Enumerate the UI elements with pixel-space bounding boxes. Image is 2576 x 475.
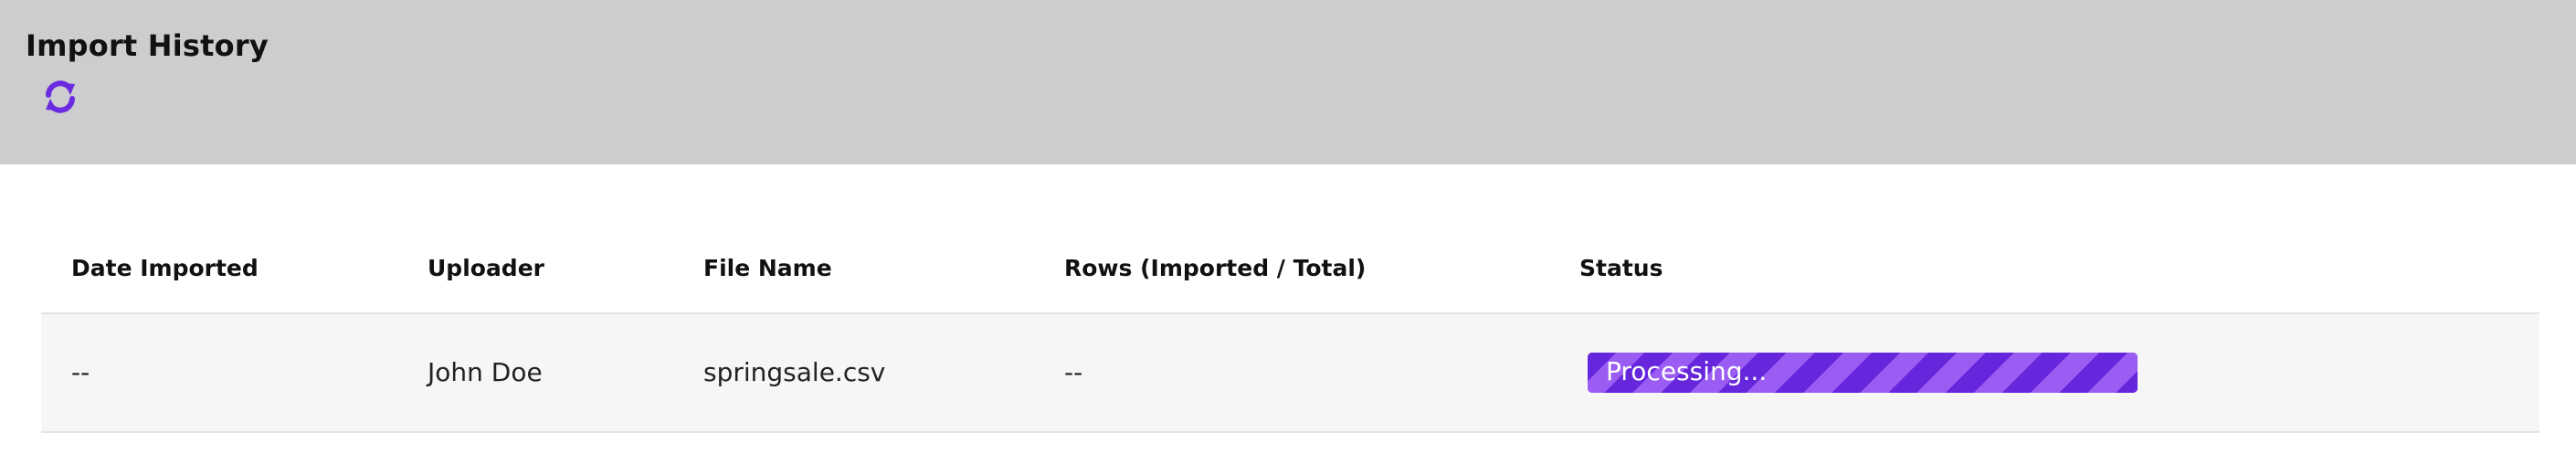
refresh-icon <box>46 80 75 113</box>
rows-imported-total-cell: -- <box>1064 357 1083 387</box>
import-history-table: Date Imported Uploader File Name Rows (I… <box>41 230 2539 433</box>
table-row: -- John Doe springsale.csv -- Processing… <box>41 314 2539 433</box>
column-file-name: File Name <box>703 255 832 281</box>
status-label: Processing... <box>1606 356 1768 386</box>
column-rows-imported-total: Rows (Imported / Total) <box>1064 255 1367 281</box>
column-status: Status <box>1579 255 1663 281</box>
file-name-cell: springsale.csv <box>703 357 886 387</box>
uploader-cell: John Doe <box>428 357 543 387</box>
table-header: Date Imported Uploader File Name Rows (I… <box>41 230 2539 314</box>
column-uploader: Uploader <box>428 255 544 281</box>
refresh-button[interactable] <box>37 73 84 121</box>
page-title: Import History <box>26 28 269 63</box>
page-header: Import History <box>0 0 2576 164</box>
date-imported-cell: -- <box>71 357 90 387</box>
status-progress-bar: Processing... <box>1588 353 2138 393</box>
column-date-imported: Date Imported <box>71 255 259 281</box>
